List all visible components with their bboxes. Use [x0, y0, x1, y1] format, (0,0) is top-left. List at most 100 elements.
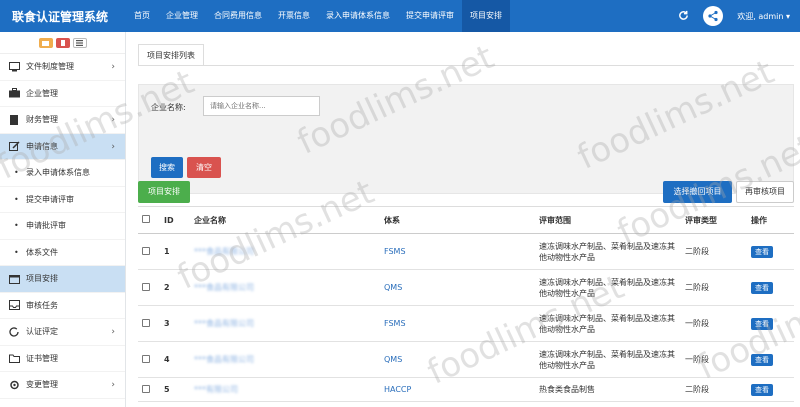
cog-icon [8, 380, 20, 390]
clear-button[interactable]: 清空 [187, 157, 221, 178]
nav-enterprise[interactable]: 企业管理 [158, 0, 206, 32]
edit-icon [8, 141, 20, 152]
table-row: 5 ***有限公司 HACCP 热食类食品制售 二阶段 查看 [138, 377, 794, 402]
project-table: ID 企业名称 体系 评审范围 评审类型 操作 1 ***食品有限公司 FSMS… [138, 206, 794, 402]
main-content: 项目安排列表 企业名称: 搜索 清空 项目安排 选择撤回项目 再审核项目 ID … [126, 32, 800, 407]
row-company: ***食品有限公司 [190, 233, 380, 270]
refresh-icon[interactable] [678, 10, 689, 23]
top-bar: 联食认证管理系统 首页 企业管理 合同费用信息 开票信息 录入申请体系信息 提交… [0, 0, 800, 32]
table-row: 4 ***食品有限公司 QMS 速冻调味水产制品、菜肴制品及速冻其他动物性水产品… [138, 341, 794, 378]
document-icon [8, 114, 20, 125]
sidebar-item-change-management[interactable]: 变更管理 › [0, 372, 125, 399]
view-button[interactable]: 查看 [751, 245, 773, 258]
nav-submit-review[interactable]: 提交申请评审 [398, 0, 462, 32]
select-all-checkbox[interactable] [138, 206, 160, 234]
sidebar-item-file-management[interactable]: 文件制度管理 › [0, 54, 125, 81]
sidebar-item-enterprise[interactable]: 企业管理 [0, 81, 125, 107]
calendar-icon [8, 274, 20, 284]
row-system[interactable]: FSMS [380, 305, 535, 342]
dot-icon: • [14, 168, 19, 178]
tab-project-list[interactable]: 项目安排列表 [138, 44, 204, 66]
row-system[interactable]: QMS [380, 269, 535, 306]
sidebar-tool-icon-red[interactable] [55, 37, 70, 48]
row-scope: 热食类食品制售 [535, 377, 681, 402]
sidebar: 文件制度管理 › 企业管理 财务管理 › 申请信息 › • 录入申请体系信息 •… [0, 32, 126, 407]
project-arrange-button[interactable]: 项目安排 [138, 181, 190, 203]
sidebar-tool-icon-list[interactable] [72, 37, 87, 48]
sidebar-item-certificate-management[interactable]: 证书管理 [0, 346, 125, 372]
view-button[interactable]: 查看 [751, 317, 773, 330]
view-button[interactable]: 查看 [751, 383, 773, 396]
reaudit-project-button[interactable]: 再审核项目 [736, 181, 794, 203]
sidebar-tool-icon-orange[interactable] [38, 37, 53, 48]
row-id: 3 [160, 305, 190, 342]
row-system[interactable]: HACCP [380, 377, 535, 402]
tab-divider [138, 65, 794, 66]
view-button[interactable]: 查看 [751, 281, 773, 294]
sidebar-item-application-info[interactable]: 申请信息 › [0, 133, 125, 160]
header-action: 操作 [747, 206, 794, 234]
nav-invoice[interactable]: 开票信息 [270, 0, 318, 32]
folder-icon [8, 353, 20, 364]
nav-enter-system-info[interactable]: 录入申请体系信息 [318, 0, 398, 32]
company-name-input[interactable] [203, 96, 320, 116]
inbox-icon [8, 300, 20, 311]
chevron-right-icon: › [111, 62, 115, 72]
header-scope: 评审范围 [535, 206, 681, 234]
row-system[interactable]: FSMS [380, 233, 535, 270]
row-company: ***有限公司 [190, 377, 380, 402]
view-button[interactable]: 查看 [751, 353, 773, 366]
table-row: 3 ***食品有限公司 FSMS 速冻调味水产制品、菜肴制品及速冻其他动物性水产… [138, 305, 794, 342]
sidebar-item-certification-evaluation[interactable]: 认证评定 › [0, 319, 125, 346]
sidebar-subitem-batch-review[interactable]: • 申请批评审 [0, 213, 125, 240]
nav-home[interactable]: 首页 [126, 0, 158, 32]
row-company: ***食品有限公司 [190, 341, 380, 378]
table-row: 2 ***食品有限公司 QMS 速冻调味水产制品、菜肴制品及速冻其他动物性水产品… [138, 269, 794, 306]
sidebar-item-project-arrangement[interactable]: 项目安排 [0, 266, 125, 293]
header-id: ID [160, 206, 190, 234]
monitor-icon [8, 61, 20, 72]
search-label: 企业名称: [151, 103, 186, 112]
nav-project-arrangement[interactable]: 项目安排 [462, 0, 510, 32]
table-header-row: ID 企业名称 体系 评审范围 评审类型 操作 [138, 206, 794, 234]
row-checkbox[interactable] [138, 341, 160, 378]
row-action-cell: 查看 [747, 233, 794, 270]
header-system: 体系 [380, 206, 535, 234]
search-button[interactable]: 搜索 [151, 157, 183, 178]
top-right: 欢迎, admin ▾ [678, 0, 790, 32]
chevron-right-icon: › [111, 327, 115, 337]
sidebar-item-finance[interactable]: 财务管理 › [0, 107, 125, 134]
row-scope: 速冻调味水产制品、菜肴制品及速冻其他动物性水产品 [535, 305, 681, 342]
top-nav: 首页 企业管理 合同费用信息 开票信息 录入申请体系信息 提交申请评审 项目安排 [126, 0, 510, 32]
row-type: 二阶段 [681, 233, 747, 270]
nav-contract-fees[interactable]: 合同费用信息 [206, 0, 270, 32]
row-type: 二阶段 [681, 269, 747, 306]
sidebar-tools [0, 32, 125, 54]
row-action-cell: 查看 [747, 305, 794, 342]
row-checkbox[interactable] [138, 305, 160, 342]
chevron-right-icon: › [111, 141, 115, 152]
header-type: 评审类型 [681, 206, 747, 234]
row-checkbox[interactable] [138, 233, 160, 270]
sidebar-subitem-system-files[interactable]: • 体系文件 [0, 239, 125, 266]
sidebar-subitem-enter-system-info[interactable]: • 录入申请体系信息 [0, 160, 125, 187]
briefcase-icon [8, 88, 20, 98]
select-return-project-button[interactable]: 选择撤回项目 [663, 181, 732, 203]
row-id: 2 [160, 269, 190, 306]
row-checkbox[interactable] [138, 269, 160, 306]
dot-icon: • [14, 221, 19, 231]
row-company: ***食品有限公司 [190, 269, 380, 306]
sidebar-item-audit-tasks[interactable]: 审核任务 [0, 293, 125, 319]
sidebar-subitem-submit-review[interactable]: • 提交申请评审 [0, 186, 125, 213]
row-scope: 速冻调味水产制品、菜肴制品及速冻其他动物性水产品 [535, 233, 681, 270]
share-icon[interactable] [703, 6, 724, 26]
row-id: 1 [160, 233, 190, 270]
row-id: 5 [160, 377, 190, 402]
caret-down-icon: ▾ [785, 11, 790, 21]
user-menu[interactable]: 欢迎, admin ▾ [737, 11, 790, 22]
row-system[interactable]: QMS [380, 341, 535, 378]
row-type: 二阶段 [681, 377, 747, 402]
row-type: 一阶段 [681, 305, 747, 342]
row-action-cell: 查看 [747, 269, 794, 306]
row-checkbox[interactable] [138, 377, 160, 402]
